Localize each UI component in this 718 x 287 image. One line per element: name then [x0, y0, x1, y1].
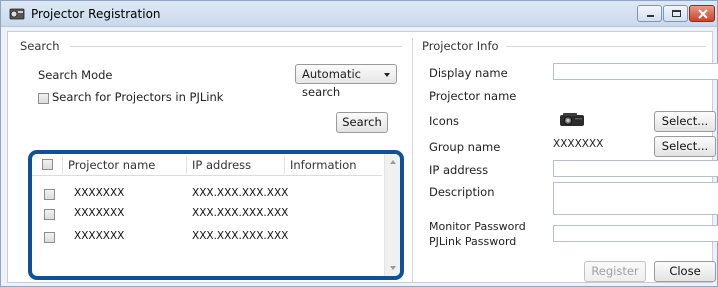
header-divider [284, 156, 285, 174]
projector-icon [560, 113, 584, 126]
close-window-button[interactable] [689, 5, 715, 22]
row-ip-address: XXX.XXX.XXX.XXX [192, 207, 289, 219]
search-mode-label: Search Mode [38, 68, 113, 82]
group-select-button[interactable]: Select... [654, 136, 716, 157]
projector-info-group-label: Projector Info [422, 39, 505, 53]
list-header: Projector name IP address Information [32, 154, 382, 176]
pjlink-password-label: PJLink Password [429, 235, 517, 248]
monitor-password-label: Monitor Password [429, 220, 526, 233]
description-field[interactable] [553, 182, 718, 215]
minimize-icon [647, 15, 654, 17]
maximize-icon [672, 10, 681, 17]
window-title: Projector Registration [31, 7, 161, 21]
pjlink-search-label: Search for Projectors in PJLink [52, 90, 224, 104]
search-group-divider [70, 46, 402, 47]
list-item[interactable]: XXXXXXX XXX.XXX.XXX.XXX [32, 185, 382, 203]
icons-select-button[interactable]: Select... [654, 111, 716, 132]
dialog-body: Search Search Mode Automatic search Sear… [7, 31, 718, 283]
title-bar: Projector Registration [1, 1, 717, 27]
register-button[interactable]: Register [584, 261, 646, 282]
row-projector-name: XXXXXXX [74, 187, 125, 199]
projector-app-icon [9, 8, 25, 20]
search-group-label: Search [20, 39, 66, 53]
row-checkbox[interactable] [44, 232, 55, 243]
select-all-checkbox[interactable] [42, 159, 53, 170]
pjlink-search-checkbox[interactable] [38, 93, 49, 104]
group-name-value: XXXXXXX [553, 138, 604, 150]
chevron-down-icon [384, 73, 390, 77]
projector-name-label: Projector name [429, 89, 517, 103]
search-button[interactable]: Search [336, 112, 388, 133]
list-item[interactable]: XXXXXXX XXX.XXX.XXX.XXX [32, 228, 382, 246]
minimize-button[interactable] [637, 5, 662, 22]
close-button[interactable]: Close [654, 261, 716, 282]
description-label: Description [429, 185, 495, 199]
column-header-ip-address[interactable]: IP address [192, 158, 251, 172]
header-divider [186, 156, 187, 174]
scroll-up-icon[interactable] [390, 160, 396, 164]
panel-divider [412, 38, 413, 282]
display-name-field[interactable] [553, 63, 718, 80]
column-header-information[interactable]: Information [290, 158, 357, 172]
row-ip-address: XXX.XXX.XXX.XXX [192, 187, 289, 199]
close-icon [698, 9, 708, 19]
projector-registration-window: Projector Registration Search Search Mod… [0, 0, 718, 287]
group-name-label: Group name [429, 140, 501, 154]
info-group-divider [506, 46, 706, 47]
row-checkbox[interactable] [44, 189, 55, 200]
maximize-button[interactable] [663, 5, 688, 22]
ip-address-label: IP address [429, 163, 489, 177]
list-item[interactable]: XXXXXXX XXX.XXX.XXX.XXX [32, 205, 382, 223]
row-checkbox[interactable] [44, 209, 55, 220]
projector-list: Projector name IP address Information XX… [28, 150, 404, 280]
list-scrollbar[interactable] [384, 154, 400, 276]
row-ip-address: XXX.XXX.XXX.XXX [192, 230, 289, 242]
display-name-label: Display name [429, 66, 508, 80]
monitor-password-field[interactable] [553, 225, 718, 242]
ip-address-field[interactable] [553, 160, 718, 177]
header-divider [62, 156, 63, 174]
search-mode-dropdown[interactable]: Automatic search [295, 64, 397, 99]
row-projector-name: XXXXXXX [74, 207, 125, 219]
icons-label: Icons [429, 114, 460, 128]
column-header-projector-name[interactable]: Projector name [68, 158, 155, 172]
row-projector-name: XXXXXXX [74, 230, 125, 242]
search-mode-value: Automatic search [302, 67, 361, 99]
scroll-down-icon[interactable] [390, 266, 396, 270]
